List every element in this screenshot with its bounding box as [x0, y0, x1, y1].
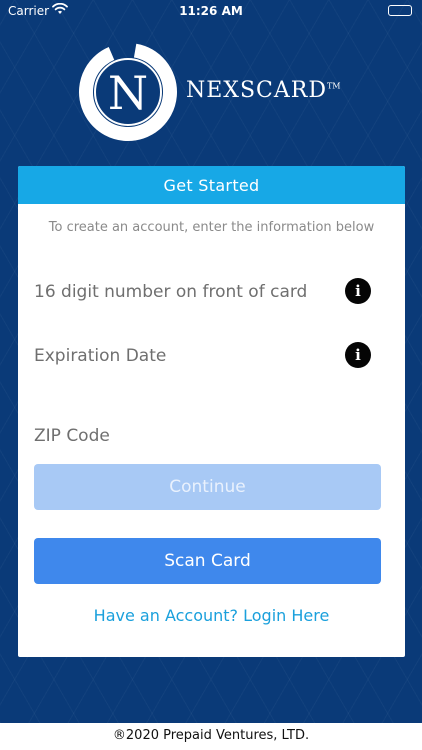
expiration-info-icon[interactable]: i: [345, 342, 371, 368]
card-number-field[interactable]: 16 digit number on front of card i: [34, 274, 389, 310]
logo-mark-icon: N: [79, 43, 177, 141]
nexscard-logo: N NEXSCARDTM: [76, 40, 346, 144]
card-title: Get Started: [18, 166, 405, 204]
trademark: TM: [326, 81, 341, 91]
card-subtitle: To create an account, enter the informat…: [48, 220, 375, 235]
zip-code-field[interactable]: ZIP Code: [34, 418, 389, 454]
get-started-card: Get Started To create an account, enter …: [18, 166, 405, 657]
status-bar: Carrier 11:26 AM: [0, 0, 422, 22]
footer-copyright: ®2020 Prepaid Ventures, LTD.: [0, 723, 422, 750]
logo-letter: N: [108, 66, 148, 120]
login-link[interactable]: Have an Account? Login Here: [18, 606, 405, 625]
battery-icon: [388, 5, 412, 16]
card-number-placeholder: 16 digit number on front of card: [34, 282, 308, 302]
brand-name: NEXSCARDTM: [186, 78, 341, 103]
scan-card-button[interactable]: Scan Card: [34, 538, 381, 584]
app-screen: Carrier 11:26 AM N NEXSCARDTM Get Starte…: [0, 0, 422, 723]
expiration-date-field[interactable]: Expiration Date i: [34, 338, 389, 374]
clock: 11:26 AM: [179, 4, 243, 18]
continue-button[interactable]: Continue: [34, 464, 381, 510]
card-number-info-icon[interactable]: i: [345, 278, 371, 304]
zip-code-placeholder: ZIP Code: [34, 426, 110, 446]
expiration-date-placeholder: Expiration Date: [34, 346, 167, 366]
